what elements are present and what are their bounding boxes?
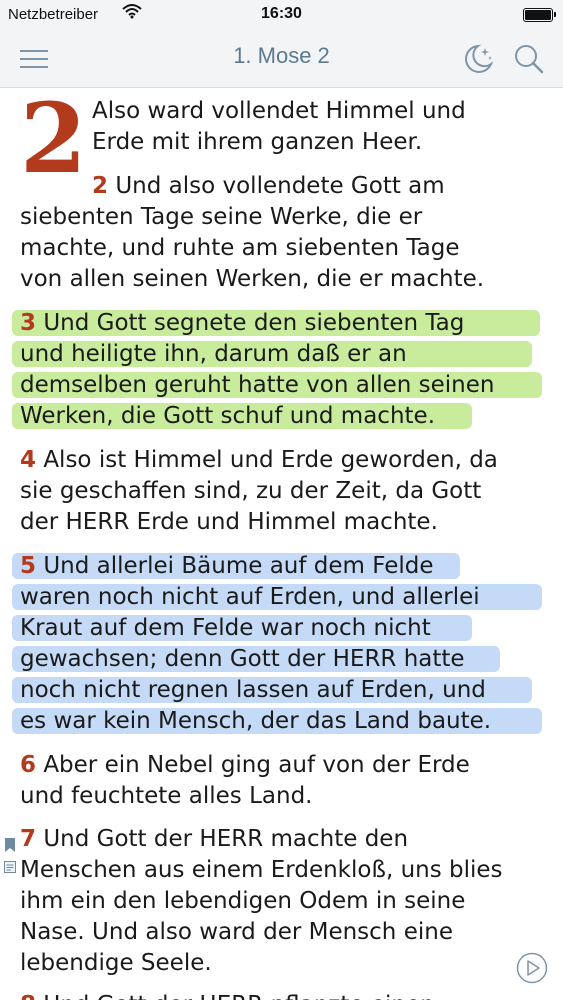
verse-3-line: 3 Und Gott segnete den siebenten Tag: [20, 310, 465, 336]
verse-6-line: 6 Aber ein Nebel ging auf von der Erde: [20, 752, 470, 778]
verse-number: 8: [20, 992, 36, 1000]
menu-button[interactable]: [18, 46, 50, 72]
menu-icon: [20, 50, 48, 68]
verse-5-line: es war kein Mensch, der das Land baute.: [20, 708, 492, 734]
verse-number: 4: [20, 447, 37, 473]
verse-1-line: Also ward vollendet Himmel und: [92, 98, 466, 124]
verse-4-line: der HERR Erde und Himmel machte.: [20, 509, 438, 535]
verse-7-line: Nase. Und also ward der Mensch eine: [20, 919, 453, 945]
battery-icon: [523, 8, 556, 22]
bookmark-icon[interactable]: [5, 830, 15, 852]
verse-3-line: Werken, die Gott schuf und machte.: [20, 403, 435, 429]
verse-2-line: machte, und ruhte am siebenten Tage: [20, 235, 460, 261]
verse-5-line: waren noch nicht auf Erden, und allerlei: [20, 584, 480, 610]
status-bar: Netzbetreiber 16:30: [0, 0, 563, 30]
search-icon: [515, 45, 544, 74]
verse-number: 7: [20, 826, 37, 852]
verse-2-line: 2 Und also vollendete Gott am: [92, 173, 445, 199]
verse-7-line: lebendige Seele.: [20, 950, 212, 976]
verse-4-line: 4 Also ist Himmel und Erde geworden, da: [20, 447, 498, 473]
verse-1-line: Erde mit ihrem ganzen Heer.: [92, 129, 423, 155]
verse-8-line: 8 Und Gott der HERR pflanzte einen: [20, 990, 435, 1000]
play-icon: [516, 952, 548, 984]
verse-2-line: siebenten Tage seine Werke, die er: [20, 204, 423, 230]
verse-2-line: von allen seinen Werken, die er machte.: [20, 266, 485, 292]
verse-number: 5: [20, 553, 37, 579]
verse-5-line: Kraut auf dem Felde war noch nicht: [20, 615, 431, 641]
verse-number: 6: [20, 752, 37, 778]
verse-number: 3: [20, 310, 37, 336]
verse-5-line: 5 Und allerlei Bäume auf dem Felde: [20, 553, 434, 579]
verse-3-line: und heiligte ihn, darum daß er an: [20, 341, 407, 367]
audio-play-button[interactable]: [516, 952, 548, 984]
navigation-bar: 1. Mose 2: [0, 30, 563, 88]
verse-number: 2: [92, 173, 109, 199]
verse-7-line: 7 Und Gott der HERR machte den: [20, 826, 409, 852]
verse-6-line: und feuchtete alles Land.: [20, 783, 313, 809]
verse-3-line: demselben geruht hatte von allen seinen: [20, 372, 495, 398]
search-button[interactable]: [512, 42, 546, 76]
night-mode-button[interactable]: [462, 42, 496, 76]
verse-7-line: Menschen aus einem Erdenkloß, uns blies: [20, 857, 503, 883]
verse-5-line: noch nicht regnen lassen auf Erden, und: [20, 677, 486, 703]
note-icon[interactable]: [4, 851, 16, 873]
verse-5-line: gewachsen; denn Gott der HERR hatte: [20, 646, 465, 672]
chapter-number: 2: [20, 87, 87, 195]
status-clock: 16:30: [261, 5, 302, 22]
verse-4-line: sie geschaffen sind, zu der Zeit, da Got…: [20, 478, 482, 504]
night-mode-icon: [465, 44, 494, 73]
verse-7-line: ihm ein den lebendigen Odem in seine: [20, 888, 466, 914]
chapter-text: 2 Also ward vollendet Himmel und Erde mi…: [0, 87, 563, 1000]
